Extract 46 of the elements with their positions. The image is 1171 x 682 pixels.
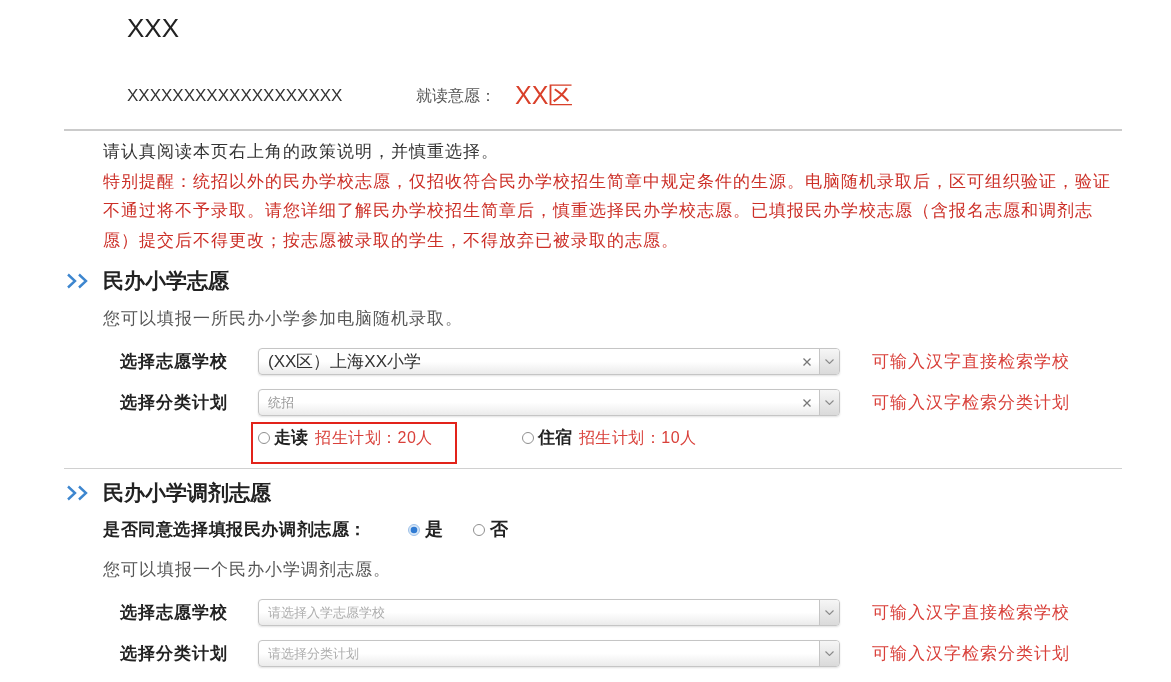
student-name: XXXXXXXXXXXXXXXXXXX	[127, 86, 343, 106]
double-chevron-icon	[66, 485, 90, 501]
warning-text: 特别提醒：统招以外的民办学校志愿，仅招收符合民办学校招生简章中规定条件的生源。电脑随机录取后，区可组织验证，验证不通过将不予录取。请您详细了解民办学校招生简章后，慎重选择民办学校志愿。已填报民办学校志愿（含报名志愿和调剂志愿）提交后不得更改；按志愿被录取的学生，不得放弃已被录取的志愿。	[103, 170, 1112, 252]
chevron-down-icon	[825, 610, 834, 615]
notice-intro: 请认真阅读本页右上角的政策说明，并慎重选择。	[103, 141, 500, 163]
field-hint: 可输入汉字检索分类计划	[872, 642, 1070, 665]
select-field[interactable]: 请选择入学志愿学校	[258, 599, 840, 626]
option-label[interactable]: 走读	[274, 427, 308, 449]
section-description: 您可以填报一个民办小学调剂志愿。	[103, 559, 392, 581]
dropdown-button[interactable]	[819, 641, 839, 666]
chevron-down-icon	[825, 359, 834, 364]
field-label: 选择分类计划	[120, 392, 228, 412]
section-heading: 民办小学志愿	[103, 268, 229, 295]
option-label[interactable]: 住宿	[537, 427, 572, 449]
select-field[interactable]: 请选择分类计划	[258, 640, 840, 667]
radio-icon[interactable]	[521, 432, 534, 444]
page-title: XXX	[127, 13, 180, 43]
plan-option[interactable]: 走读 招生计划：20人	[251, 422, 457, 464]
field-label: 选择分类计划	[120, 643, 228, 663]
district-label: 就读意愿：	[416, 87, 496, 104]
quota-text: 招生计划：10人	[578, 428, 697, 448]
section-heading: 民办小学调剂志愿	[103, 480, 271, 507]
plan-option[interactable]: 住宿 招生计划：10人	[514, 422, 721, 464]
dropdown-button[interactable]	[819, 390, 839, 415]
field-hint: 可输入汉字检索分类计划	[872, 391, 1070, 414]
dropdown-button[interactable]	[819, 349, 839, 374]
clear-icon[interactable]	[803, 399, 811, 407]
field-label: 选择志愿学校	[120, 602, 228, 622]
field-hint: 可输入汉字直接检索学校	[872, 601, 1070, 624]
radio-icon[interactable]	[408, 523, 420, 536]
radio-icon[interactable]	[258, 432, 270, 444]
field-label: 选择志愿学校	[120, 351, 228, 371]
quota-text: 招生计划：20人	[315, 428, 433, 448]
option-label[interactable]: 否	[490, 516, 508, 543]
section-description: 您可以填报一所民办小学参加电脑随机录取。	[103, 308, 464, 330]
clear-icon[interactable]	[803, 358, 811, 366]
dropdown-button[interactable]	[819, 600, 839, 625]
option-label[interactable]: 是	[425, 516, 443, 543]
radio-icon[interactable]	[473, 523, 485, 536]
chevron-down-icon	[825, 400, 834, 405]
chevron-down-icon	[825, 651, 834, 656]
double-chevron-icon	[66, 273, 90, 289]
district-value: XX区	[515, 80, 574, 112]
consent-question: 是否同意选择填报民办调剂志愿：	[103, 519, 367, 539]
field-hint: 可输入汉字直接检索学校	[872, 350, 1070, 373]
select-field[interactable]: (XX区）上海XX小学	[258, 348, 840, 375]
